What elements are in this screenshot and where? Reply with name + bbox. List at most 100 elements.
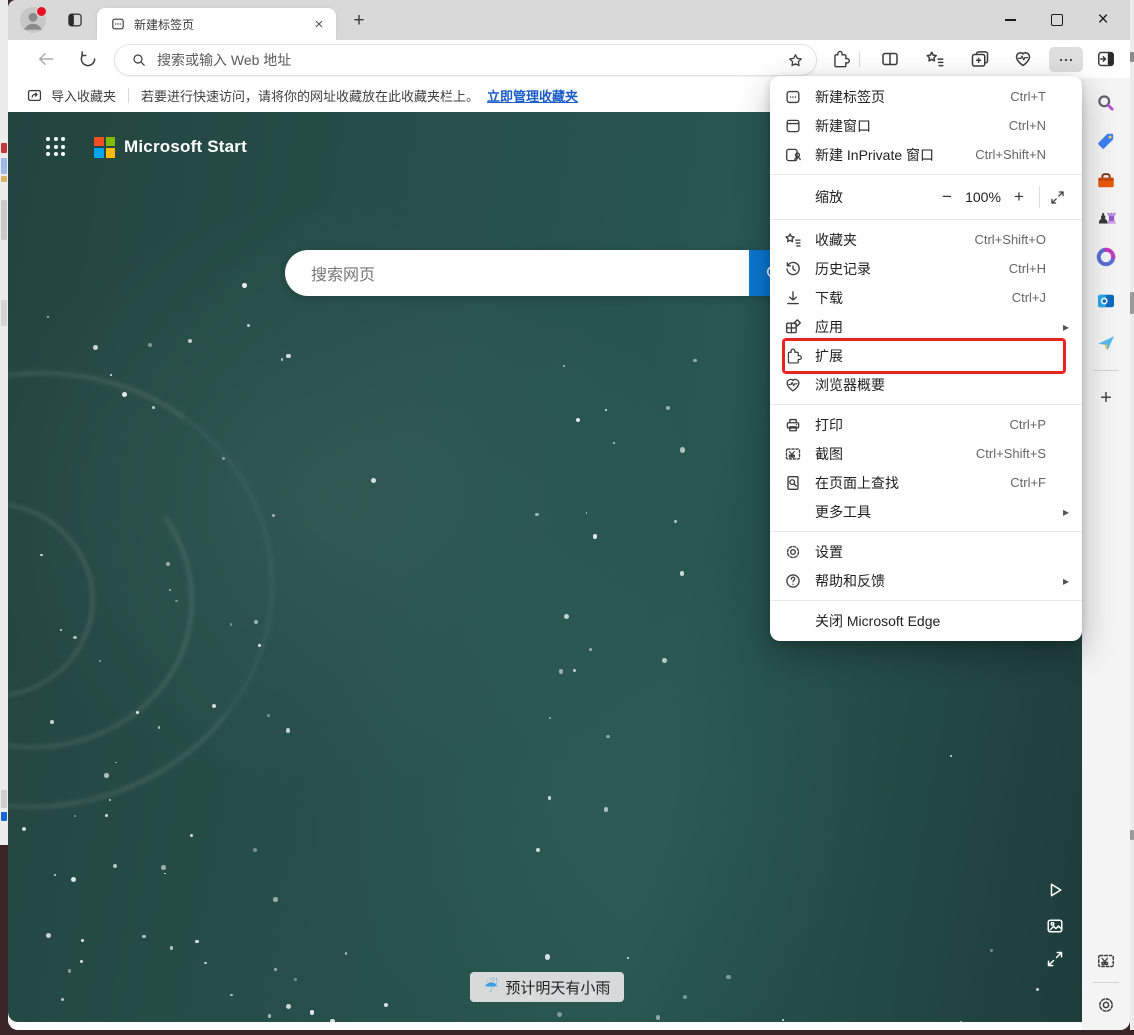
background-window-right-sliver xyxy=(1130,0,1134,1030)
menu-item-zoom: 缩放 100% xyxy=(770,180,1082,214)
favbar-divider xyxy=(128,88,129,103)
sidebar-toggle-icon[interactable] xyxy=(1096,49,1116,69)
search-icon xyxy=(131,52,147,68)
menu-item-more-tools[interactable]: 更多工具 xyxy=(770,497,1082,526)
menu-separator xyxy=(770,600,1082,601)
menu-item-help-and-feedback[interactable]: 帮助和反馈 xyxy=(770,566,1082,595)
menu-item-new-window[interactable]: 新建窗口 Ctrl+N xyxy=(770,111,1082,140)
maximize-button[interactable] xyxy=(1034,0,1080,40)
browser-essentials-icon[interactable] xyxy=(1013,49,1033,69)
screenshot-icon xyxy=(784,445,802,463)
menu-label: 缩放 xyxy=(815,187,934,207)
sidebar-tools-icon[interactable] xyxy=(1096,171,1116,191)
address-bar[interactable]: 搜索或输入 Web 地址 xyxy=(114,44,817,76)
menu-label: 在页面上查找 xyxy=(815,473,1010,493)
menu-item-close-edge[interactable]: 关闭 Microsoft Edge xyxy=(770,606,1082,635)
extensions-toolbar-icon[interactable] xyxy=(830,49,850,69)
menu-item-extensions[interactable]: 扩展 xyxy=(770,341,1082,370)
menu-shortcut: Ctrl+P xyxy=(1010,417,1046,432)
settings-and-more-button[interactable] xyxy=(1049,47,1083,72)
sidebar-search-icon[interactable] xyxy=(1096,93,1116,113)
favorite-page-icon[interactable] xyxy=(787,52,804,69)
play-video-icon[interactable] xyxy=(1045,880,1065,900)
fullscreen-icon[interactable] xyxy=(1049,189,1066,206)
apps-icon xyxy=(784,318,802,336)
back-icon[interactable] xyxy=(36,49,56,69)
more-icon xyxy=(1057,51,1075,69)
spacer xyxy=(784,188,802,206)
submenu-arrow-icon xyxy=(1063,572,1069,590)
extensions-icon xyxy=(784,347,802,365)
edge-sidebar: ♟♜ xyxy=(1082,78,1130,1030)
find-on-page-icon xyxy=(784,474,802,492)
menu-shortcut: Ctrl+T xyxy=(1010,89,1046,104)
menu-item-history[interactable]: 历史记录 Ctrl+H xyxy=(770,254,1082,283)
zoom-in-button[interactable] xyxy=(1006,187,1032,207)
manage-favorites-link[interactable]: 立即管理收藏夹 xyxy=(487,86,578,105)
sidebar-drop-icon[interactable] xyxy=(1096,333,1116,353)
menu-item-new-tab[interactable]: 新建标签页 Ctrl+T xyxy=(770,82,1082,111)
weather-text: 预计明天有小雨 xyxy=(505,977,610,998)
menu-shortcut: Ctrl+Shift+S xyxy=(976,446,1046,461)
background-image-icon[interactable] xyxy=(1045,916,1065,936)
profile-avatar[interactable] xyxy=(20,7,46,33)
menu-separator xyxy=(770,219,1082,220)
expand-icon[interactable] xyxy=(1045,949,1065,969)
tab-new-tab-page[interactable]: 新建标签页 xyxy=(97,8,336,40)
sidebar-shopping-icon[interactable] xyxy=(1096,131,1116,151)
minimize-button[interactable] xyxy=(987,0,1033,40)
menu-item-settings[interactable]: 设置 xyxy=(770,537,1082,566)
page-search-placeholder[interactable]: 搜索网页 xyxy=(311,261,749,285)
menu-label: 下载 xyxy=(815,288,1012,308)
sidebar-settings-icon[interactable] xyxy=(1096,995,1116,1015)
import-favorites-label[interactable]: 导入收藏夹 xyxy=(51,86,116,105)
menu-item-browser-essentials[interactable]: 浏览器概要 xyxy=(770,370,1082,399)
menu-item-new-inprivate-window[interactable]: 新建 InPrivate 窗口 Ctrl+Shift+N xyxy=(770,140,1082,169)
history-icon xyxy=(784,260,802,278)
settings-and-more-menu: 新建标签页 Ctrl+T 新建窗口 Ctrl+N 新建 InPrivate 窗口… xyxy=(770,76,1082,641)
sidebar-add-icon[interactable] xyxy=(1096,388,1116,408)
brand-title[interactable]: Microsoft Start xyxy=(124,137,247,157)
new-tab-button[interactable] xyxy=(348,10,370,32)
menu-label: 收藏夹 xyxy=(815,230,974,250)
spacer xyxy=(784,612,802,630)
favorites-icon[interactable] xyxy=(925,49,945,69)
menu-item-print[interactable]: 打印 Ctrl+P xyxy=(770,410,1082,439)
sidebar-screenshot-icon[interactable] xyxy=(1096,951,1116,971)
submenu-arrow-icon xyxy=(1063,503,1069,521)
menu-label: 应用 xyxy=(815,317,1066,337)
menu-separator xyxy=(770,531,1082,532)
import-favorites-icon[interactable] xyxy=(26,87,43,104)
page-search-box[interactable]: 搜索网页 xyxy=(285,250,799,296)
menu-item-find-on-page[interactable]: 在页面上查找 Ctrl+F xyxy=(770,468,1082,497)
notification-dot xyxy=(36,6,47,17)
zoom-out-button[interactable] xyxy=(934,187,960,207)
weather-badge[interactable]: 预计明天有小雨 xyxy=(470,972,624,1002)
collections-icon[interactable] xyxy=(970,49,990,69)
split-screen-icon[interactable] xyxy=(880,49,900,69)
microsoft-logo xyxy=(94,137,115,158)
toolbar-divider xyxy=(859,52,860,67)
favorites-icon xyxy=(784,231,802,249)
tab-close-icon[interactable] xyxy=(310,15,328,33)
menu-shortcut: Ctrl+H xyxy=(1009,261,1046,276)
close-window-button[interactable] xyxy=(1080,0,1126,40)
settings-gear-icon xyxy=(784,543,802,561)
background-window-left-sliver xyxy=(0,0,8,845)
toolbar: 搜索或输入 Web 地址 xyxy=(8,40,1130,78)
menu-shortcut: Ctrl+J xyxy=(1012,290,1046,305)
browser-essentials-icon xyxy=(784,376,802,394)
sidebar-outlook-icon[interactable] xyxy=(1096,291,1116,311)
app-launcher-icon[interactable] xyxy=(46,137,66,157)
menu-shortcut: Ctrl+Shift+N xyxy=(975,147,1046,162)
address-placeholder[interactable]: 搜索或输入 Web 地址 xyxy=(157,50,787,70)
menu-item-favorites[interactable]: 收藏夹 Ctrl+Shift+O xyxy=(770,225,1082,254)
menu-item-apps[interactable]: 应用 xyxy=(770,312,1082,341)
menu-item-screenshot[interactable]: 截图 Ctrl+Shift+S xyxy=(770,439,1082,468)
zoom-value: 100% xyxy=(960,189,1006,205)
sidebar-games-icon[interactable]: ♟♜ xyxy=(1096,208,1116,228)
refresh-icon[interactable] xyxy=(78,49,98,69)
workspaces-icon[interactable] xyxy=(66,11,84,29)
menu-item-downloads[interactable]: 下载 Ctrl+J xyxy=(770,283,1082,312)
sidebar-microsoft365-icon[interactable] xyxy=(1096,247,1116,267)
